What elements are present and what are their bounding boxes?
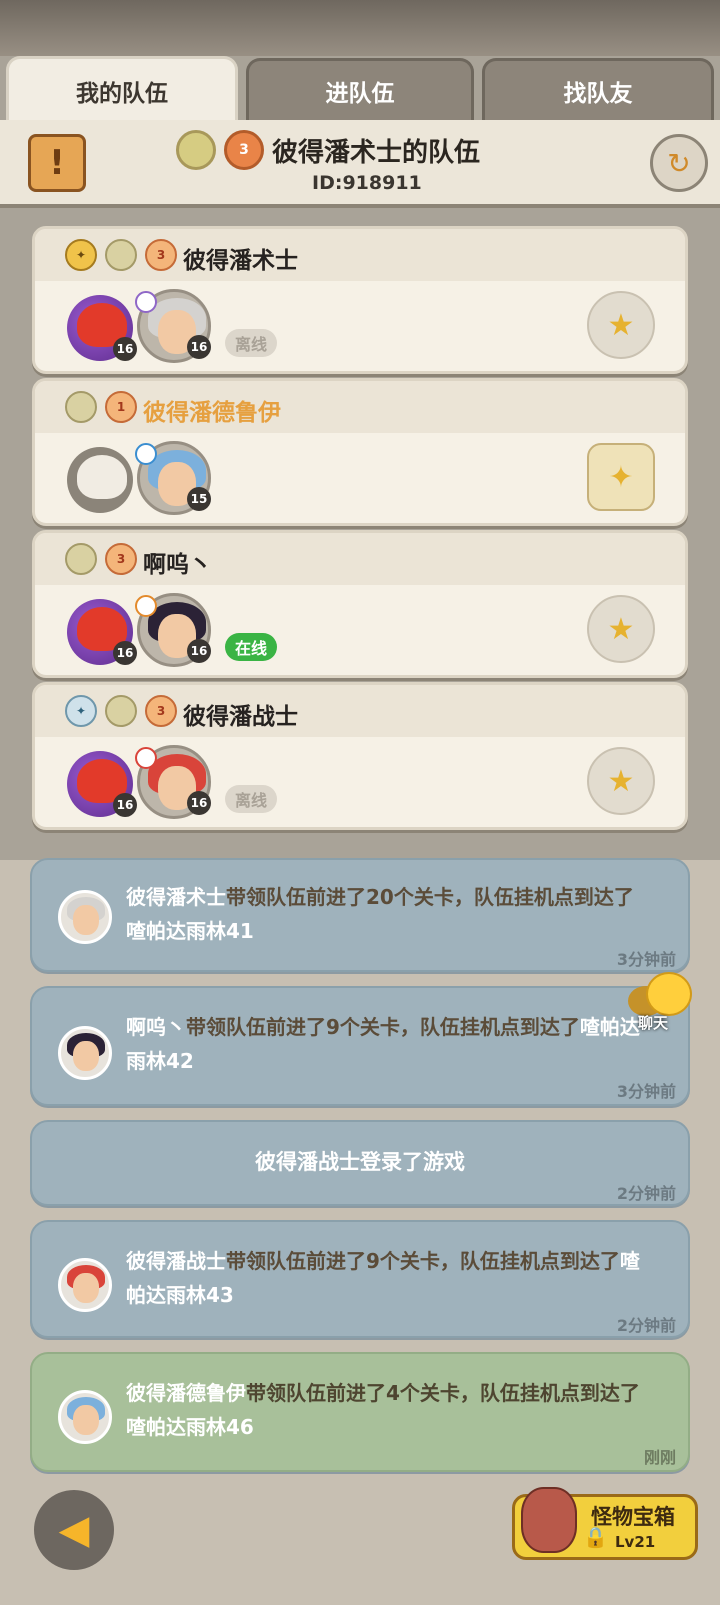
log-entry: 啊呜丶带领队伍前进了9个关卡，队伍挂机点到达了喳帕达雨林42 3分钟前 bbox=[30, 986, 690, 1106]
team-level-badge-icon: 3 bbox=[224, 130, 264, 170]
log-entry: 彼得潘战士带领队伍前进了9个关卡，队伍挂机点到达了喳帕达雨林43 2分钟前 bbox=[30, 1220, 690, 1338]
refresh-button[interactable]: ↻ bbox=[650, 134, 708, 192]
like-button[interactable]: ★ bbox=[587, 291, 655, 359]
boar-chest-icon bbox=[521, 1487, 577, 1553]
level-badge-icon: 3 bbox=[105, 543, 137, 575]
log-avatar bbox=[58, 890, 112, 944]
star-hand-icon: ★ bbox=[607, 763, 635, 799]
member-card[interactable]: ✦ 3 彼得潘术士 16 16 离线 ★ bbox=[32, 226, 688, 374]
class-icon bbox=[135, 595, 157, 617]
log-message: 彼得潘德鲁伊带领队伍前进了4个关卡，队伍挂机点到达了喳帕达雨林46 bbox=[126, 1381, 640, 1439]
top-status-area bbox=[0, 0, 720, 60]
team-header: ! 3 彼得潘术士的队伍 ID:918911 ↻ bbox=[0, 120, 720, 208]
log-message: 彼得潘战士登录了游戏 bbox=[255, 1150, 465, 1174]
status-badge: 离线 bbox=[225, 329, 278, 357]
log-avatar bbox=[58, 1026, 112, 1080]
log-entry: 彼得潘战士登录了游戏 2分钟前 bbox=[30, 1120, 690, 1206]
hero-level: 16 bbox=[187, 335, 211, 359]
log-time: 3分钟前 bbox=[616, 1082, 676, 1101]
class-icon bbox=[135, 443, 157, 465]
tab-find-teammates[interactable]: 找队友 bbox=[482, 58, 714, 120]
chat-button[interactable]: 聊天 bbox=[622, 972, 698, 1032]
pet-level: 16 bbox=[113, 641, 137, 665]
monster-chest-level: Lv21 bbox=[615, 1533, 656, 1551]
log-message: 啊呜丶带领队伍前进了9个关卡，队伍挂机点到达了喳帕达雨林42 bbox=[126, 1015, 640, 1073]
card-hand-icon: ✦ bbox=[608, 459, 634, 495]
rank-badge-icon bbox=[65, 543, 97, 575]
chat-label: 聊天 bbox=[638, 1014, 669, 1032]
refresh-icon: ↻ bbox=[667, 146, 691, 180]
rank-badge-icon bbox=[105, 239, 137, 271]
class-icon bbox=[135, 291, 157, 313]
back-button[interactable]: ◀ bbox=[34, 1490, 114, 1570]
tab-join-team[interactable]: 进队伍 bbox=[246, 58, 474, 120]
pet-level: 16 bbox=[113, 337, 137, 361]
log-message: 彼得潘战士带领队伍前进了9个关卡，队伍挂机点到达了喳帕达雨林43 bbox=[126, 1249, 640, 1307]
log-entry: 彼得潘术士带领队伍前进了20个关卡，队伍挂机点到达了喳帕达雨林41 3分钟前 bbox=[30, 858, 690, 972]
notice-icon[interactable]: ! bbox=[28, 134, 86, 192]
member-name: 彼得潘战士 bbox=[183, 704, 298, 730]
monster-chest-button[interactable]: 🔒 怪物宝箱 Lv21 bbox=[512, 1487, 698, 1560]
hero-level: 16 bbox=[187, 639, 211, 663]
log-entry: 彼得潘德鲁伊带领队伍前进了4个关卡，队伍挂机点到达了喳帕达雨林46 刚刚 bbox=[30, 1352, 690, 1472]
team-id: ID:918911 bbox=[312, 172, 422, 194]
smiley-icon bbox=[646, 972, 692, 1016]
card-action-button[interactable]: ✦ bbox=[587, 443, 655, 511]
status-badge: 在线 bbox=[225, 633, 278, 661]
tab-my-team[interactable]: 我的队伍 bbox=[6, 56, 238, 122]
log-time: 2分钟前 bbox=[616, 1316, 676, 1335]
log-avatar bbox=[58, 1390, 112, 1444]
captain-badge-icon: ✦ bbox=[65, 239, 97, 271]
team-rank-badge-icon bbox=[176, 130, 216, 170]
hero-level: 15 bbox=[187, 487, 211, 511]
dino-silhouette-icon bbox=[77, 455, 127, 499]
member-name: 彼得潘德鲁伊 bbox=[143, 400, 281, 426]
captain-badge-icon: ✦ bbox=[65, 695, 97, 727]
level-badge-icon: 3 bbox=[145, 695, 177, 727]
member-name: 彼得潘术士 bbox=[183, 248, 298, 274]
class-icon bbox=[135, 747, 157, 769]
member-card[interactable]: 3 啊呜丶 16 16 在线 ★ bbox=[32, 530, 688, 678]
rank-badge-icon bbox=[65, 391, 97, 423]
like-button[interactable]: ★ bbox=[587, 595, 655, 663]
like-button[interactable]: ★ bbox=[587, 747, 655, 815]
monster-chest-title: 怪物宝箱 bbox=[591, 1505, 675, 1529]
log-message: 彼得潘术士带领队伍前进了20个关卡，队伍挂机点到达了喳帕达雨林41 bbox=[126, 885, 634, 943]
star-hand-icon: ★ bbox=[607, 611, 635, 647]
member-card[interactable]: ✦ 3 彼得潘战士 16 16 离线 ★ bbox=[32, 682, 688, 830]
pet-avatar[interactable] bbox=[67, 447, 133, 513]
member-card[interactable]: 1 彼得潘德鲁伊 15 ✦ bbox=[32, 378, 688, 526]
pet-level: 16 bbox=[113, 793, 137, 817]
status-badge: 离线 bbox=[225, 785, 278, 813]
back-arrow-icon: ◀ bbox=[58, 1507, 90, 1553]
tab-bar: 我的队伍 进队伍 找队友 bbox=[6, 56, 714, 122]
rank-badge-icon bbox=[105, 695, 137, 727]
star-hand-icon: ★ bbox=[607, 307, 635, 343]
member-name: 啊呜丶 bbox=[143, 552, 212, 578]
log-time: 2分钟前 bbox=[616, 1184, 676, 1203]
level-badge-icon: 3 bbox=[145, 239, 177, 271]
log-time: 刚刚 bbox=[643, 1448, 676, 1467]
log-avatar bbox=[58, 1258, 112, 1312]
level-badge-icon: 1 bbox=[105, 391, 137, 423]
hero-level: 16 bbox=[187, 791, 211, 815]
team-title: 彼得潘术士的队伍 bbox=[272, 138, 481, 168]
log-time: 3分钟前 bbox=[616, 950, 676, 969]
